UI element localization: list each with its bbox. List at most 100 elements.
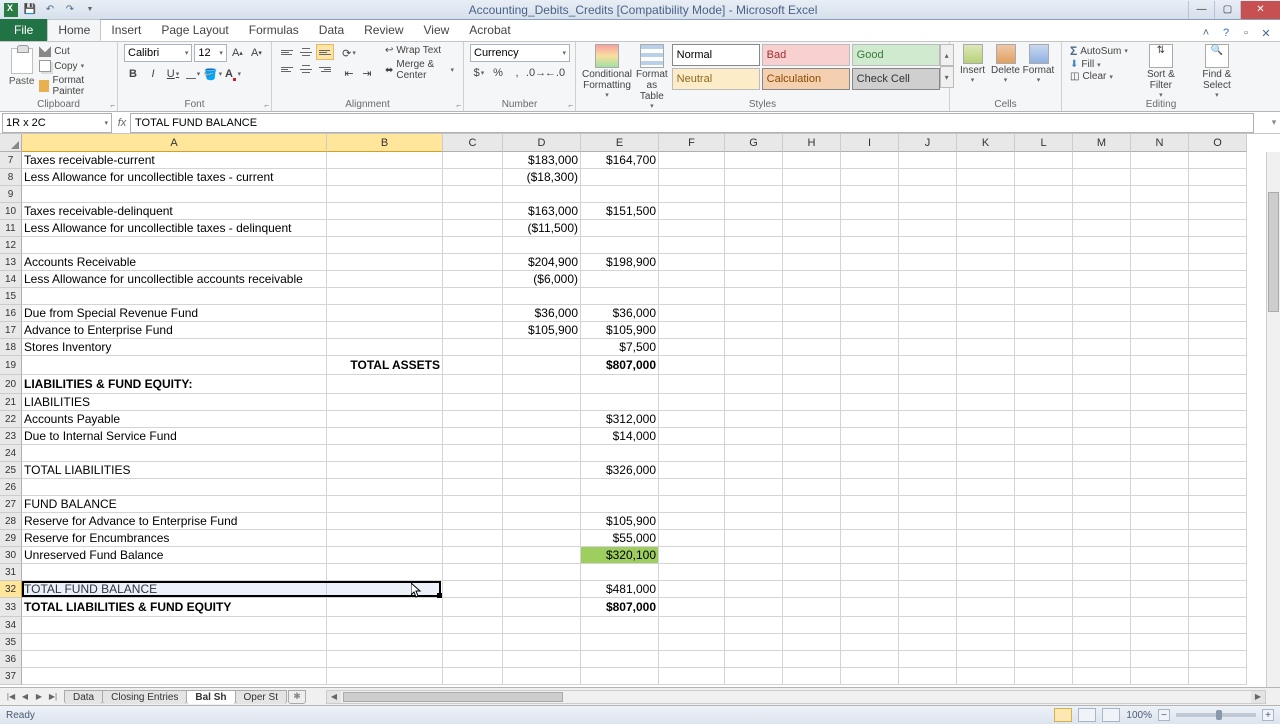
cell[interactable]: [581, 169, 659, 186]
zoom-slider[interactable]: [1176, 713, 1256, 717]
cell[interactable]: [659, 220, 725, 237]
cell[interactable]: [899, 547, 957, 564]
cell[interactable]: [1015, 394, 1073, 411]
cell[interactable]: TOTAL ASSETS: [327, 356, 443, 375]
cell[interactable]: [1073, 581, 1131, 598]
cell[interactable]: [581, 668, 659, 685]
sheet-nav-next[interactable]: ▶: [32, 690, 46, 704]
cell[interactable]: [1189, 513, 1247, 530]
row-header[interactable]: 26: [0, 479, 22, 496]
cell[interactable]: [327, 651, 443, 668]
cell[interactable]: [327, 668, 443, 685]
sheet-tab-closing-entries[interactable]: Closing Entries: [102, 690, 187, 704]
cell[interactable]: $36,000: [581, 305, 659, 322]
cell[interactable]: [725, 564, 783, 581]
cell[interactable]: [1131, 445, 1189, 462]
cell[interactable]: [1131, 254, 1189, 271]
cell[interactable]: [841, 254, 899, 271]
row-header[interactable]: 11: [0, 220, 22, 237]
cell[interactable]: [1073, 530, 1131, 547]
cell[interactable]: $105,900: [581, 513, 659, 530]
cell[interactable]: [1073, 564, 1131, 581]
cell[interactable]: [1189, 564, 1247, 581]
bold-button[interactable]: B: [124, 65, 142, 83]
cell[interactable]: [443, 617, 503, 634]
cell[interactable]: [1131, 547, 1189, 564]
cell[interactable]: [841, 530, 899, 547]
row-header[interactable]: 15: [0, 288, 22, 305]
cell[interactable]: [443, 305, 503, 322]
cell[interactable]: [22, 445, 327, 462]
cell[interactable]: $320,100: [581, 547, 659, 564]
tab-view[interactable]: View: [414, 19, 460, 41]
cell[interactable]: [841, 305, 899, 322]
autosum-button[interactable]: ΣAutoSum▾: [1068, 44, 1130, 58]
cell[interactable]: [1073, 186, 1131, 203]
cell[interactable]: [1189, 634, 1247, 651]
sheet-nav-last[interactable]: ▶|: [46, 690, 60, 704]
tab-acrobat[interactable]: Acrobat: [459, 19, 520, 41]
cell[interactable]: [1015, 479, 1073, 496]
cell[interactable]: [899, 479, 957, 496]
cell[interactable]: [783, 634, 841, 651]
cell[interactable]: Less Allowance for uncollectible taxes -…: [22, 169, 327, 186]
cell[interactable]: [659, 203, 725, 220]
number-dialog-icon[interactable]: ⌐: [568, 101, 573, 110]
cell[interactable]: [725, 547, 783, 564]
column-header[interactable]: O: [1189, 134, 1247, 152]
cell[interactable]: [1015, 564, 1073, 581]
cell[interactable]: [327, 288, 443, 305]
cell[interactable]: [659, 375, 725, 394]
cell[interactable]: [725, 254, 783, 271]
cell[interactable]: Due from Special Revenue Fund: [22, 305, 327, 322]
cell[interactable]: [443, 462, 503, 479]
cell[interactable]: Unreserved Fund Balance: [22, 547, 327, 564]
cell[interactable]: [783, 617, 841, 634]
cell[interactable]: [899, 339, 957, 356]
tab-data[interactable]: Data: [309, 19, 354, 41]
cell[interactable]: [443, 513, 503, 530]
cell[interactable]: [327, 564, 443, 581]
cell[interactable]: [841, 203, 899, 220]
cell[interactable]: [327, 617, 443, 634]
cell[interactable]: [841, 237, 899, 254]
clear-button[interactable]: ◫Clear▾: [1068, 71, 1130, 82]
cell[interactable]: [22, 634, 327, 651]
cell[interactable]: [1015, 152, 1073, 169]
cell[interactable]: [725, 581, 783, 598]
cell[interactable]: [783, 445, 841, 462]
cell[interactable]: [957, 513, 1015, 530]
cell[interactable]: [443, 339, 503, 356]
window-close-icon[interactable]: ✕: [1258, 25, 1274, 41]
cell[interactable]: $312,000: [581, 411, 659, 428]
cell[interactable]: [841, 547, 899, 564]
cell[interactable]: [899, 203, 957, 220]
cell[interactable]: [783, 496, 841, 513]
cell[interactable]: [1015, 496, 1073, 513]
cell[interactable]: [1073, 169, 1131, 186]
cell[interactable]: [841, 462, 899, 479]
cell[interactable]: [1189, 668, 1247, 685]
cell[interactable]: [581, 479, 659, 496]
cell[interactable]: [957, 237, 1015, 254]
cell[interactable]: [1015, 513, 1073, 530]
row-header[interactable]: 31: [0, 564, 22, 581]
cell[interactable]: [725, 651, 783, 668]
cell[interactable]: [1015, 220, 1073, 237]
cell[interactable]: [899, 305, 957, 322]
cell[interactable]: [899, 496, 957, 513]
cell[interactable]: [1131, 186, 1189, 203]
cell[interactable]: [957, 581, 1015, 598]
cell[interactable]: [1073, 152, 1131, 169]
cell[interactable]: [783, 356, 841, 375]
cell[interactable]: [1131, 462, 1189, 479]
cell[interactable]: [1073, 634, 1131, 651]
cell[interactable]: [841, 634, 899, 651]
cell[interactable]: [1073, 462, 1131, 479]
cell[interactable]: [1189, 445, 1247, 462]
cell[interactable]: [443, 152, 503, 169]
cell[interactable]: [443, 186, 503, 203]
cell[interactable]: [899, 598, 957, 617]
cell[interactable]: [659, 186, 725, 203]
minimize-ribbon-icon[interactable]: ˄: [1198, 25, 1214, 41]
